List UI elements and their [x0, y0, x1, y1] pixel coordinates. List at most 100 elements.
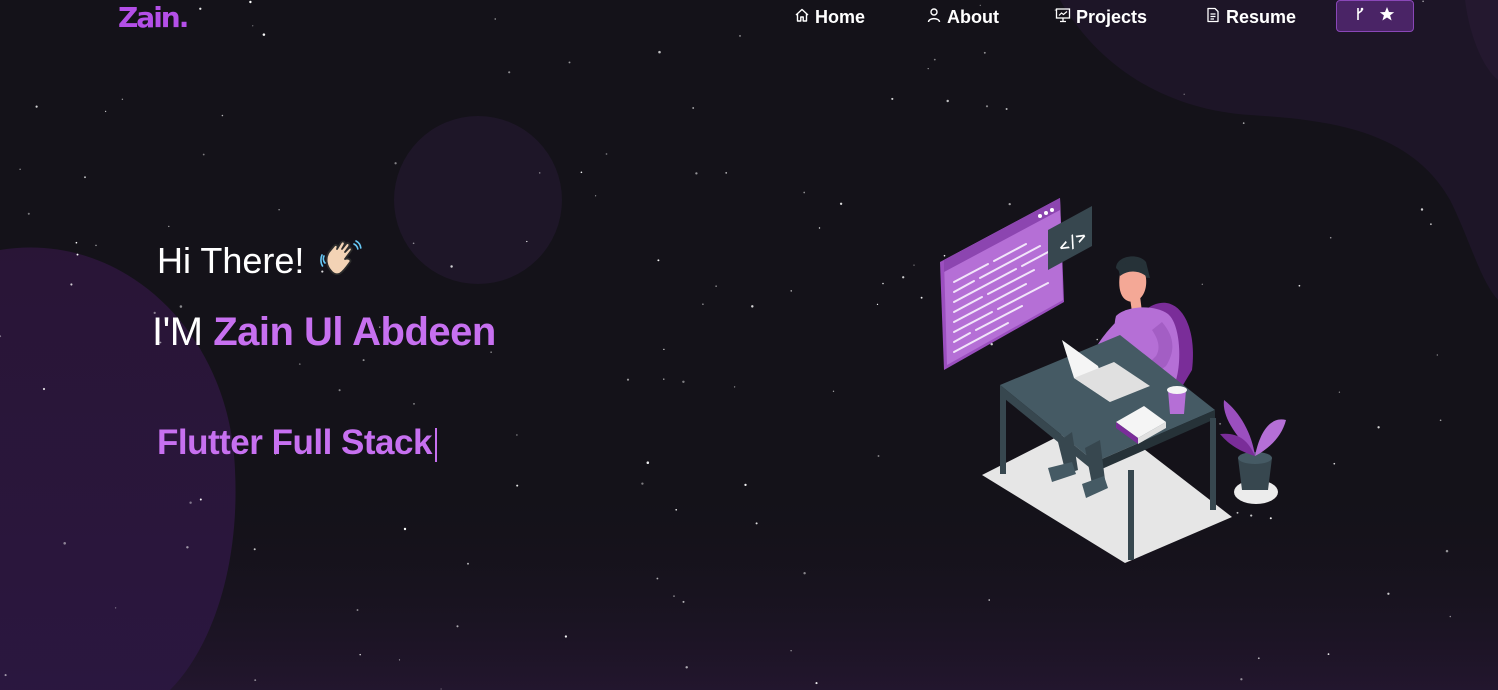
star — [440, 688, 442, 690]
star — [733, 386, 736, 388]
star — [362, 359, 365, 362]
star-icon — [1379, 6, 1395, 27]
star — [725, 172, 728, 174]
greeting-text: Hi There! — [157, 240, 305, 282]
star — [1257, 657, 1260, 660]
star — [526, 240, 528, 243]
star — [27, 212, 30, 215]
star — [580, 171, 583, 174]
star — [568, 61, 571, 64]
star — [695, 172, 698, 175]
star — [412, 242, 415, 245]
star — [356, 609, 359, 611]
github-fork-star-button[interactable] — [1336, 0, 1414, 32]
star — [42, 387, 46, 391]
star — [663, 348, 665, 351]
star — [839, 202, 843, 205]
brand-dot: . — [178, 1, 190, 34]
star — [508, 71, 511, 74]
nav-item-resume[interactable]: Resume — [1205, 6, 1296, 28]
star — [1183, 93, 1185, 96]
star — [891, 97, 894, 100]
star — [104, 110, 107, 113]
star — [1445, 549, 1449, 553]
star — [657, 259, 660, 262]
star — [673, 595, 675, 598]
star — [656, 577, 659, 580]
star — [751, 305, 754, 308]
star — [1333, 462, 1336, 465]
star — [626, 378, 630, 381]
star — [815, 682, 818, 685]
nav-item-label: Home — [815, 6, 866, 27]
document-icon — [1205, 7, 1221, 28]
star — [876, 303, 879, 306]
star — [803, 572, 806, 575]
star — [1436, 354, 1438, 356]
desk-leg — [1128, 470, 1134, 560]
star — [168, 225, 170, 228]
star — [682, 380, 685, 384]
brand-name: Zain — [118, 1, 181, 34]
star — [1377, 426, 1380, 429]
star — [19, 168, 21, 170]
star — [403, 527, 407, 531]
nav-item-label: Resume — [1226, 6, 1297, 27]
star — [641, 482, 644, 485]
star — [920, 296, 923, 299]
star — [199, 498, 202, 501]
star — [394, 162, 397, 165]
star — [75, 241, 78, 244]
git-fork-icon — [1355, 7, 1365, 26]
star — [946, 99, 949, 103]
star — [988, 599, 990, 601]
star — [278, 209, 280, 211]
star — [755, 522, 758, 525]
star — [1240, 678, 1243, 681]
nav-item-about[interactable]: About — [926, 6, 999, 28]
brand-logo[interactable]: Zain. — [118, 1, 190, 34]
star — [63, 542, 66, 545]
star — [254, 679, 257, 682]
star — [450, 265, 453, 268]
star — [413, 403, 415, 405]
star — [1327, 653, 1330, 655]
star — [1338, 391, 1341, 393]
star — [882, 282, 884, 285]
nav-item-label: About — [947, 6, 999, 27]
star — [114, 607, 117, 609]
nav-item-home[interactable]: Home — [794, 6, 865, 28]
star — [398, 659, 401, 661]
star — [186, 546, 189, 549]
projects-icon — [1055, 7, 1071, 28]
star — [803, 191, 806, 194]
star — [298, 363, 301, 365]
star — [913, 264, 915, 266]
star — [790, 290, 792, 292]
intro-heading: I'M Zain Ul Abdeen — [152, 307, 496, 357]
typewriter-text: Flutter Full Stack — [157, 420, 437, 466]
star — [1387, 592, 1390, 595]
star — [338, 389, 341, 392]
star — [985, 105, 989, 108]
star — [1429, 223, 1432, 226]
star — [744, 483, 747, 487]
nav-item-projects[interactable]: Projects — [1055, 6, 1147, 28]
star — [818, 227, 821, 229]
star — [76, 253, 79, 256]
star — [253, 548, 256, 551]
star — [1420, 208, 1424, 211]
star — [35, 105, 38, 108]
star — [983, 51, 986, 54]
star — [715, 285, 717, 287]
intro-prefix: I'M — [152, 310, 203, 354]
star — [359, 653, 361, 656]
typed-role: Flutter Full Stack — [157, 423, 432, 462]
typing-cursor — [434, 427, 437, 462]
star — [70, 283, 73, 286]
desk-leg — [1210, 418, 1216, 510]
star — [685, 666, 688, 669]
star — [832, 390, 835, 392]
star — [692, 107, 695, 109]
code-window — [944, 198, 1063, 365]
